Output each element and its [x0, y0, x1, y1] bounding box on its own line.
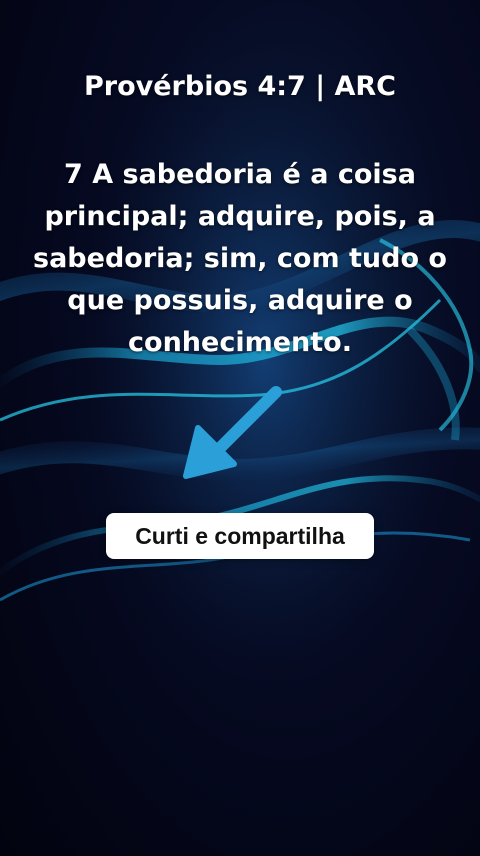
story-screen: Provérbios 4:7 | ARC 7 A sabedoria é a c…: [0, 0, 480, 856]
arrow-down-left-icon: [183, 386, 282, 479]
verse-reference-title: Provérbios 4:7 | ARC: [83, 71, 397, 102]
like-and-share-label: Curti e compartilha: [135, 522, 345, 549]
verse-text: 7 A sabedoria é a coisa principal; adqui…: [33, 159, 447, 358]
like-and-share-button[interactable]: Curti e compartilha: [106, 513, 374, 559]
